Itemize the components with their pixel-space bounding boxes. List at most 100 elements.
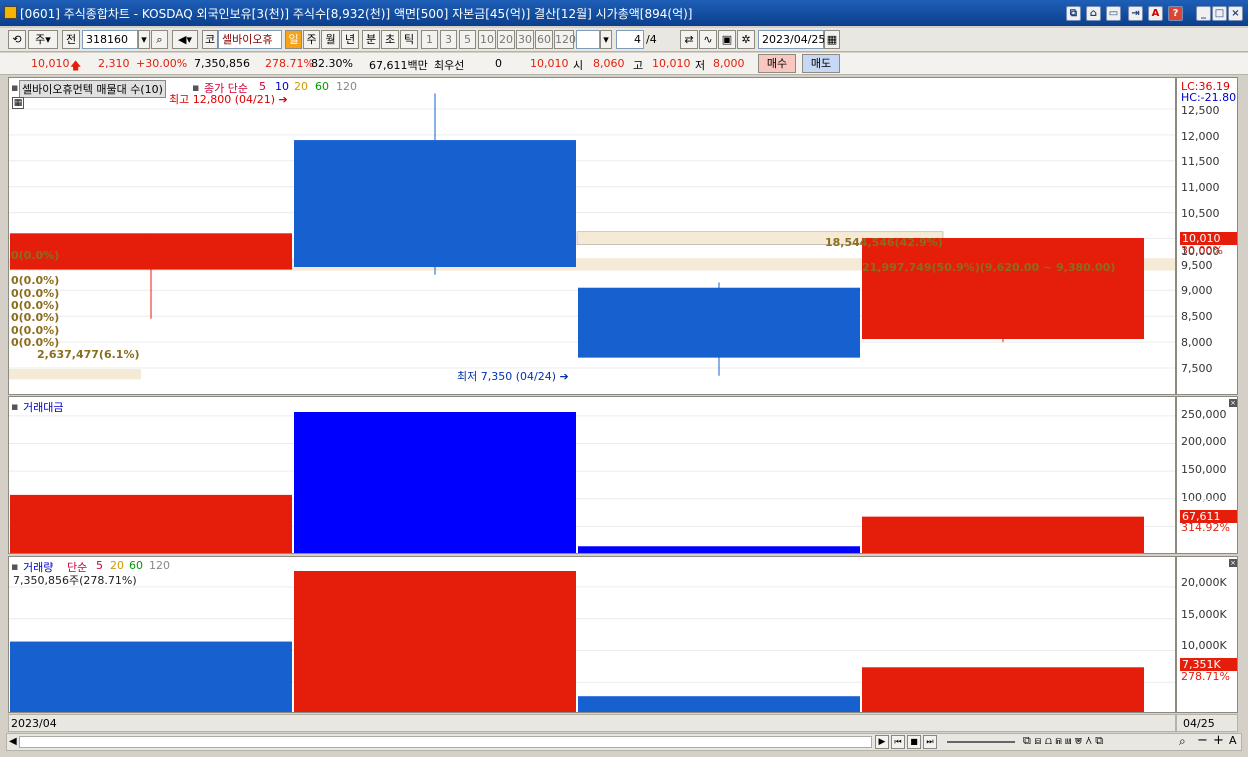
- table-icon[interactable]: ▦: [12, 97, 24, 109]
- tool-icon[interactable]: ⇄: [680, 30, 698, 49]
- volume-bar: [862, 667, 1144, 712]
- close-icon[interactable]: ×: [1228, 6, 1243, 21]
- link-icon[interactable]: ⧉: [1066, 6, 1081, 21]
- open-value: 8,060: [593, 57, 625, 70]
- amount-tick: 150,000: [1181, 463, 1227, 476]
- window-icon[interactable]: ▭: [1106, 6, 1121, 21]
- amount-axis[interactable]: × 250,000 200,000 150,000 100,000 50,000…: [1176, 396, 1238, 554]
- amount-panel[interactable]: ▪ 거래대금: [8, 396, 1176, 554]
- amount-tick: 250,000: [1181, 408, 1227, 421]
- interval-1[interactable]: 1: [421, 30, 438, 49]
- interval-10[interactable]: 10: [478, 30, 496, 49]
- interval-60[interactable]: 60: [535, 30, 553, 49]
- panel-close-icon[interactable]: ×: [1229, 399, 1237, 407]
- volume-ma-60: 60: [129, 559, 143, 572]
- interval-3[interactable]: 3: [440, 30, 457, 49]
- chart-icon[interactable]: ∿: [699, 30, 717, 49]
- candle-body: [862, 237, 1144, 339]
- quote-change: 2,310: [98, 57, 130, 70]
- interval-input[interactable]: [576, 30, 600, 49]
- sell-button[interactable]: 매도: [802, 54, 840, 73]
- save-icon[interactable]: ▣: [718, 30, 736, 49]
- query-icon[interactable]: ⟲: [8, 30, 26, 49]
- kosdaq-icon: 코: [202, 30, 218, 49]
- period-year[interactable]: 년: [341, 30, 359, 49]
- vp-label-mid: 21,997,749(50.9%)(9,620.00 ~ 9,380.00): [862, 261, 1116, 274]
- price-panel[interactable]: ▪ 셀바이오휴먼텍 매물대 수(10) ▪ 종가 단순 5 10 20 60 1…: [8, 77, 1176, 395]
- volume-ma-20: 20: [110, 559, 124, 572]
- sound-icon[interactable]: ◀▾: [172, 30, 198, 49]
- amount-bar: [294, 412, 576, 553]
- volume-profile-bar-bottom: [9, 369, 141, 380]
- interval-120[interactable]: 120: [554, 30, 576, 49]
- buy-button[interactable]: 매수: [758, 54, 796, 73]
- price-axis[interactable]: LC:36.19 HC:-21.80 12,500 12,000 11,500 …: [1176, 77, 1238, 395]
- zoom-icon[interactable]: ⌕: [1179, 734, 1186, 749]
- quote-turnover: 82.30%: [311, 57, 353, 70]
- price-tick: 11,500: [1181, 155, 1220, 168]
- ma-60: 60: [315, 80, 329, 93]
- date-axis-left: 2023/04: [11, 717, 57, 730]
- low-value: 8,000: [713, 57, 745, 70]
- interval-5[interactable]: 5: [459, 30, 476, 49]
- interval-30[interactable]: 30: [516, 30, 534, 49]
- play-icon[interactable]: ▶: [875, 735, 889, 749]
- page-input[interactable]: 4: [616, 30, 644, 49]
- period-week[interactable]: 주: [303, 30, 320, 49]
- quote-price-2: 10,010: [530, 57, 569, 70]
- code-dropdown-icon[interactable]: ▾: [138, 30, 150, 49]
- interval-dropdown-icon[interactable]: ▾: [600, 30, 612, 49]
- price-tick: 8,500: [1181, 310, 1213, 323]
- market-select[interactable]: 주▾: [28, 30, 58, 49]
- price-legend-name[interactable]: 셀바이오휴먼텍 매물대 수(10): [19, 80, 166, 98]
- calendar-icon[interactable]: ▦: [824, 30, 840, 49]
- amount-legend-bullet: ▪: [11, 400, 19, 413]
- search-icon[interactable]: ⌕: [151, 30, 168, 49]
- ma-120: 120: [336, 80, 357, 93]
- panel-close-icon[interactable]: ×: [1229, 559, 1237, 567]
- help-icon[interactable]: ?: [1168, 6, 1183, 21]
- interval-20[interactable]: 20: [497, 30, 515, 49]
- volume-axis[interactable]: × 20,000K 15,000K 10,000K 5,000K 7,351K …: [1176, 556, 1238, 713]
- high-value: 10,010: [652, 57, 691, 70]
- pin-icon[interactable]: ⇥: [1128, 6, 1143, 21]
- zoom-in-icon[interactable]: +: [1213, 733, 1224, 748]
- zoom-out-icon[interactable]: −: [1197, 733, 1208, 748]
- screen-icon[interactable]: ⌂: [1086, 6, 1101, 21]
- period-month[interactable]: 월: [321, 30, 340, 49]
- quote-vol-ratio: 278.71%: [265, 57, 314, 70]
- chart-scrollbar[interactable]: ◀ ▶ ⏮ ■ ⏭ ⧉ ⧈ ⩍ ⩎ ⩏ ⩐ ⩑ ⧉ ⌕ − + A: [6, 733, 1242, 751]
- volume-ma-5: 5: [96, 559, 103, 572]
- period-tick[interactable]: 틱: [400, 30, 418, 49]
- open-label: 시: [573, 59, 584, 72]
- quote-amount: 67,611백만: [369, 59, 428, 72]
- hc-label: HC:-21.80: [1181, 91, 1237, 104]
- font-icon[interactable]: A: [1148, 6, 1163, 21]
- period-day[interactable]: 일: [285, 30, 302, 49]
- auto-scale-icon[interactable]: A: [1229, 734, 1237, 747]
- volume-panel[interactable]: ▪ 거래량 단순 5 20 60 120 7,350,856주(278.71%): [8, 556, 1176, 713]
- amount-bar: [10, 494, 292, 553]
- maximize-icon[interactable]: □: [1212, 6, 1227, 21]
- amount-bar: [862, 516, 1144, 553]
- step-back-icon[interactable]: ⏮: [891, 735, 905, 749]
- scroll-thumb[interactable]: [19, 736, 872, 748]
- main-toolbar: ⟲ 주▾ 전 318160 ▾ ⌕ ◀▾ 코 셀바이오휴 일 주 월 년 분 초…: [0, 28, 1248, 52]
- minimize-icon[interactable]: _: [1196, 6, 1211, 21]
- date-input[interactable]: 2023/04/25: [758, 30, 825, 49]
- period-minute[interactable]: 분: [362, 30, 380, 49]
- volume-value-label: 7,350,856주(278.71%): [13, 574, 137, 587]
- price-tick: 10,500: [1181, 207, 1220, 220]
- zoom-slider[interactable]: [947, 741, 1015, 743]
- vp-label-top: 18,544,546(42.9%): [825, 236, 943, 249]
- settings-icon[interactable]: ✲: [737, 30, 755, 49]
- last-pct-tag: 30.00%: [1181, 244, 1223, 257]
- best-label: 최우선: [434, 59, 465, 72]
- stop-icon[interactable]: ■: [907, 735, 921, 749]
- scroll-left-icon[interactable]: ◀: [9, 736, 17, 747]
- step-forward-icon[interactable]: ⏭: [923, 735, 937, 749]
- prev-button[interactable]: 전: [62, 30, 80, 49]
- code-input[interactable]: 318160: [82, 30, 138, 49]
- period-second[interactable]: 초: [381, 30, 399, 49]
- layout-icon[interactable]: ⧉ ⧈ ⩍ ⩎ ⩏ ⩐ ⩑ ⧉: [1023, 734, 1103, 748]
